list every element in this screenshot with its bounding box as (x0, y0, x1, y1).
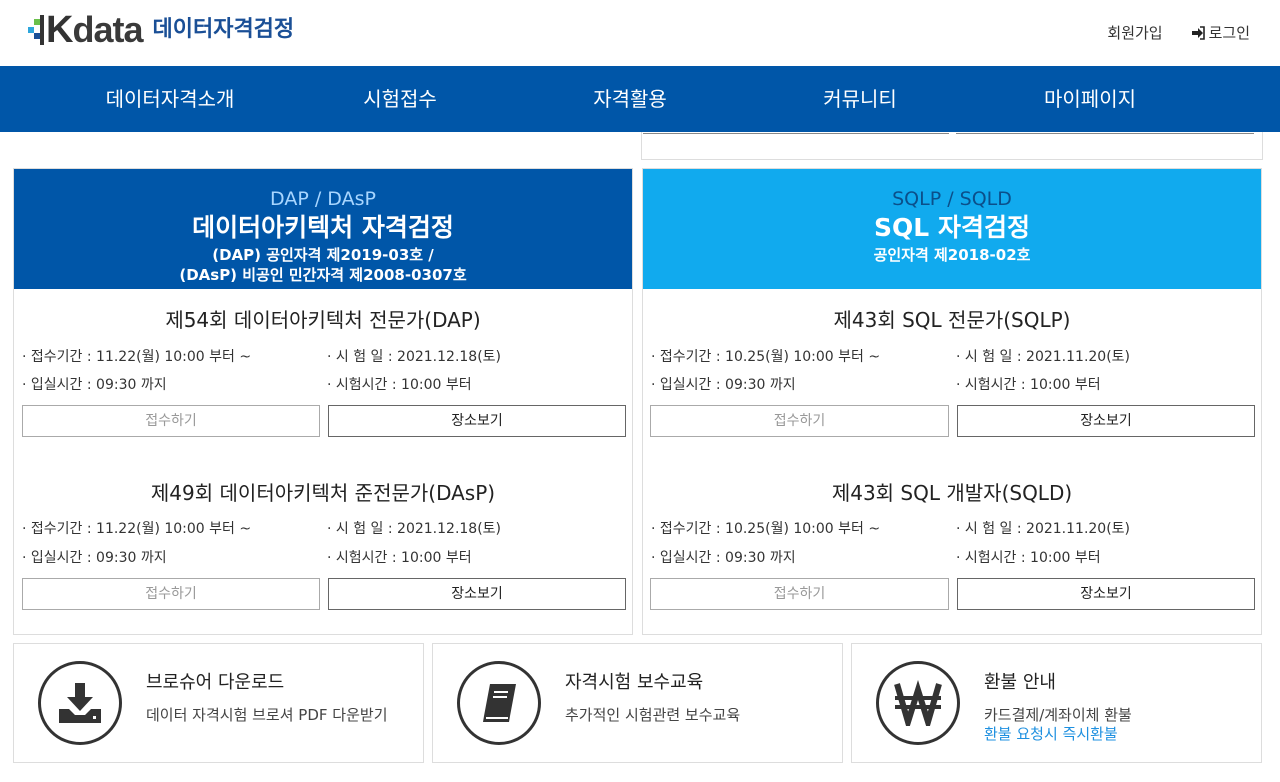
exam-title: 제43회 SQL 개발자(SQLD) (831, 481, 1073, 505)
apply-button[interactable]: 접수하기 (22, 578, 320, 610)
reg-period: · 접수기간 : 10.25(월) 10:00 부터 ~ (651, 521, 881, 537)
card-description: 데이터 자격시험 브로셔 PDF 다운받기 (146, 706, 388, 724)
reg-period: · 접수기간 : 11.22(월) 10:00 부터 ~ (22, 349, 252, 365)
nav-item-mypage[interactable]: 마이페이지 (975, 66, 1205, 132)
nav-item-utilize[interactable]: 자격활용 (515, 66, 745, 132)
exam-date: · 시 험 일 : 2021.11.20(토) (956, 521, 1131, 537)
exam-time: · 시험시간 : 10:00 부터 (956, 377, 1101, 393)
previous-button-edge (956, 132, 1254, 134)
brochure-card[interactable]: 브로슈어 다운로드 데이터 자격시험 브로셔 PDF 다운받기 (13, 643, 424, 763)
dap-sub2: (DAsP) 비공인 민간자격 제2008-0307호 (179, 266, 467, 284)
exam-title: 제54회 데이터아키텍처 전문가(DAP) (165, 308, 481, 332)
exam-date: · 시 험 일 : 2021.12.18(토) (327, 521, 502, 537)
nav-item-community[interactable]: 커뮤니티 (745, 66, 975, 132)
view-site-button[interactable]: 장소보기 (328, 405, 626, 437)
reg-period: · 접수기간 : 11.22(월) 10:00 부터 ~ (22, 521, 252, 537)
sql-panel: SQLP / SQLD SQL 자격검정 공인자격 제2018-02호 제43회… (642, 168, 1262, 635)
entry-time: · 입실시간 : 09:30 까지 (22, 550, 167, 566)
exam-time: · 시험시간 : 10:00 부터 (327, 550, 472, 566)
refund-link[interactable]: 환불 요청시 즉시환불 (984, 723, 1118, 744)
login-icon (1191, 25, 1205, 40)
top-links: 회원가입 로그인 (1107, 22, 1250, 43)
card-title: 자격시험 보수교육 (565, 672, 704, 693)
main-nav: 데이터자격소개 시험접수 자격활용 커뮤니티 마이페이지 (0, 66, 1280, 132)
sql-sub1: 공인자격 제2018-02호 (873, 246, 1031, 264)
view-site-button[interactable]: 장소보기 (957, 578, 1255, 610)
exam-date: · 시 험 일 : 2021.11.20(토) (956, 349, 1131, 365)
dap-title: 데이터아키텍처 자격검정 (192, 213, 454, 242)
apply-button[interactable]: 접수하기 (22, 405, 320, 437)
nav-item-register[interactable]: 시험접수 (285, 66, 515, 132)
card-title: 환불 안내 (984, 672, 1056, 693)
entry-time: · 입실시간 : 09:30 까지 (651, 377, 796, 393)
dap-panel-header: DAP / DAsP 데이터아키텍처 자격검정 (DAP) 공인자격 제2019… (14, 169, 632, 289)
view-site-button[interactable]: 장소보기 (328, 578, 626, 610)
exam-sqlp: 제43회 SQL 전문가(SQLP) (643, 307, 1261, 333)
exam-title: 제43회 SQL 전문가(SQLP) (833, 308, 1071, 332)
dap-panel: DAP / DAsP 데이터아키텍처 자격검정 (DAP) 공인자격 제2019… (13, 168, 633, 635)
sql-code: SQLP / SQLD (892, 188, 1012, 210)
refund-card[interactable]: 환불 안내 카드결제/계좌이체 환불 환불 요청시 즉시환불 (851, 643, 1262, 763)
login-link[interactable]: 로그인 (1191, 22, 1250, 43)
logo-mark-icon (28, 15, 44, 45)
signup-link[interactable]: 회원가입 (1107, 22, 1162, 43)
apply-button[interactable]: 접수하기 (650, 405, 949, 437)
top-header: K data 데이터자격검정 회원가입 로그인 (0, 0, 1280, 66)
card-description: 추가적인 시험관련 보수교육 (565, 706, 741, 724)
kdata-logo[interactable]: K data 데이터자격검정 (28, 9, 295, 51)
exam-dasp: 제49회 데이터아키텍처 준전문가(DAsP) (14, 480, 632, 506)
sql-title: SQL 자격검정 (874, 213, 1030, 242)
education-card[interactable]: 자격시험 보수교육 추가적인 시험관련 보수교육 (432, 643, 843, 763)
nav-item-intro[interactable]: 데이터자격소개 (55, 66, 285, 132)
exam-time: · 시험시간 : 10:00 부터 (956, 550, 1101, 566)
sql-panel-header: SQLP / SQLD SQL 자격검정 공인자격 제2018-02호 (643, 169, 1261, 289)
exam-title: 제49회 데이터아키텍처 준전문가(DAsP) (150, 481, 496, 505)
logo-subtitle: 데이터자격검정 (152, 17, 295, 42)
exam-date: · 시 험 일 : 2021.12.18(토) (327, 349, 502, 365)
reg-period: · 접수기간 : 10.25(월) 10:00 부터 ~ (651, 349, 881, 365)
view-site-button[interactable]: 장소보기 (957, 405, 1255, 437)
book-icon (457, 661, 541, 745)
card-description: 카드결제/계좌이체 환불 (984, 706, 1132, 724)
exam-sqld: 제43회 SQL 개발자(SQLD) (643, 480, 1261, 506)
won-icon (876, 661, 960, 745)
previous-button-edge (643, 132, 949, 134)
previous-panel-edge (641, 132, 1263, 160)
login-label: 로그인 (1208, 24, 1250, 42)
dap-code: DAP / DAsP (270, 188, 376, 210)
entry-time: · 입실시간 : 09:30 까지 (22, 377, 167, 393)
entry-time: · 입실시간 : 09:30 까지 (651, 550, 796, 566)
exam-dap: 제54회 데이터아키텍처 전문가(DAP) (14, 307, 632, 333)
download-icon (38, 661, 122, 745)
logo-data: data (72, 9, 143, 50)
dap-sub1: (DAP) 공인자격 제2019-03호 / (212, 246, 434, 264)
apply-button[interactable]: 접수하기 (650, 578, 949, 610)
exam-time: · 시험시간 : 10:00 부터 (327, 377, 472, 393)
card-title: 브로슈어 다운로드 (146, 672, 285, 693)
logo-k: K (46, 9, 73, 51)
